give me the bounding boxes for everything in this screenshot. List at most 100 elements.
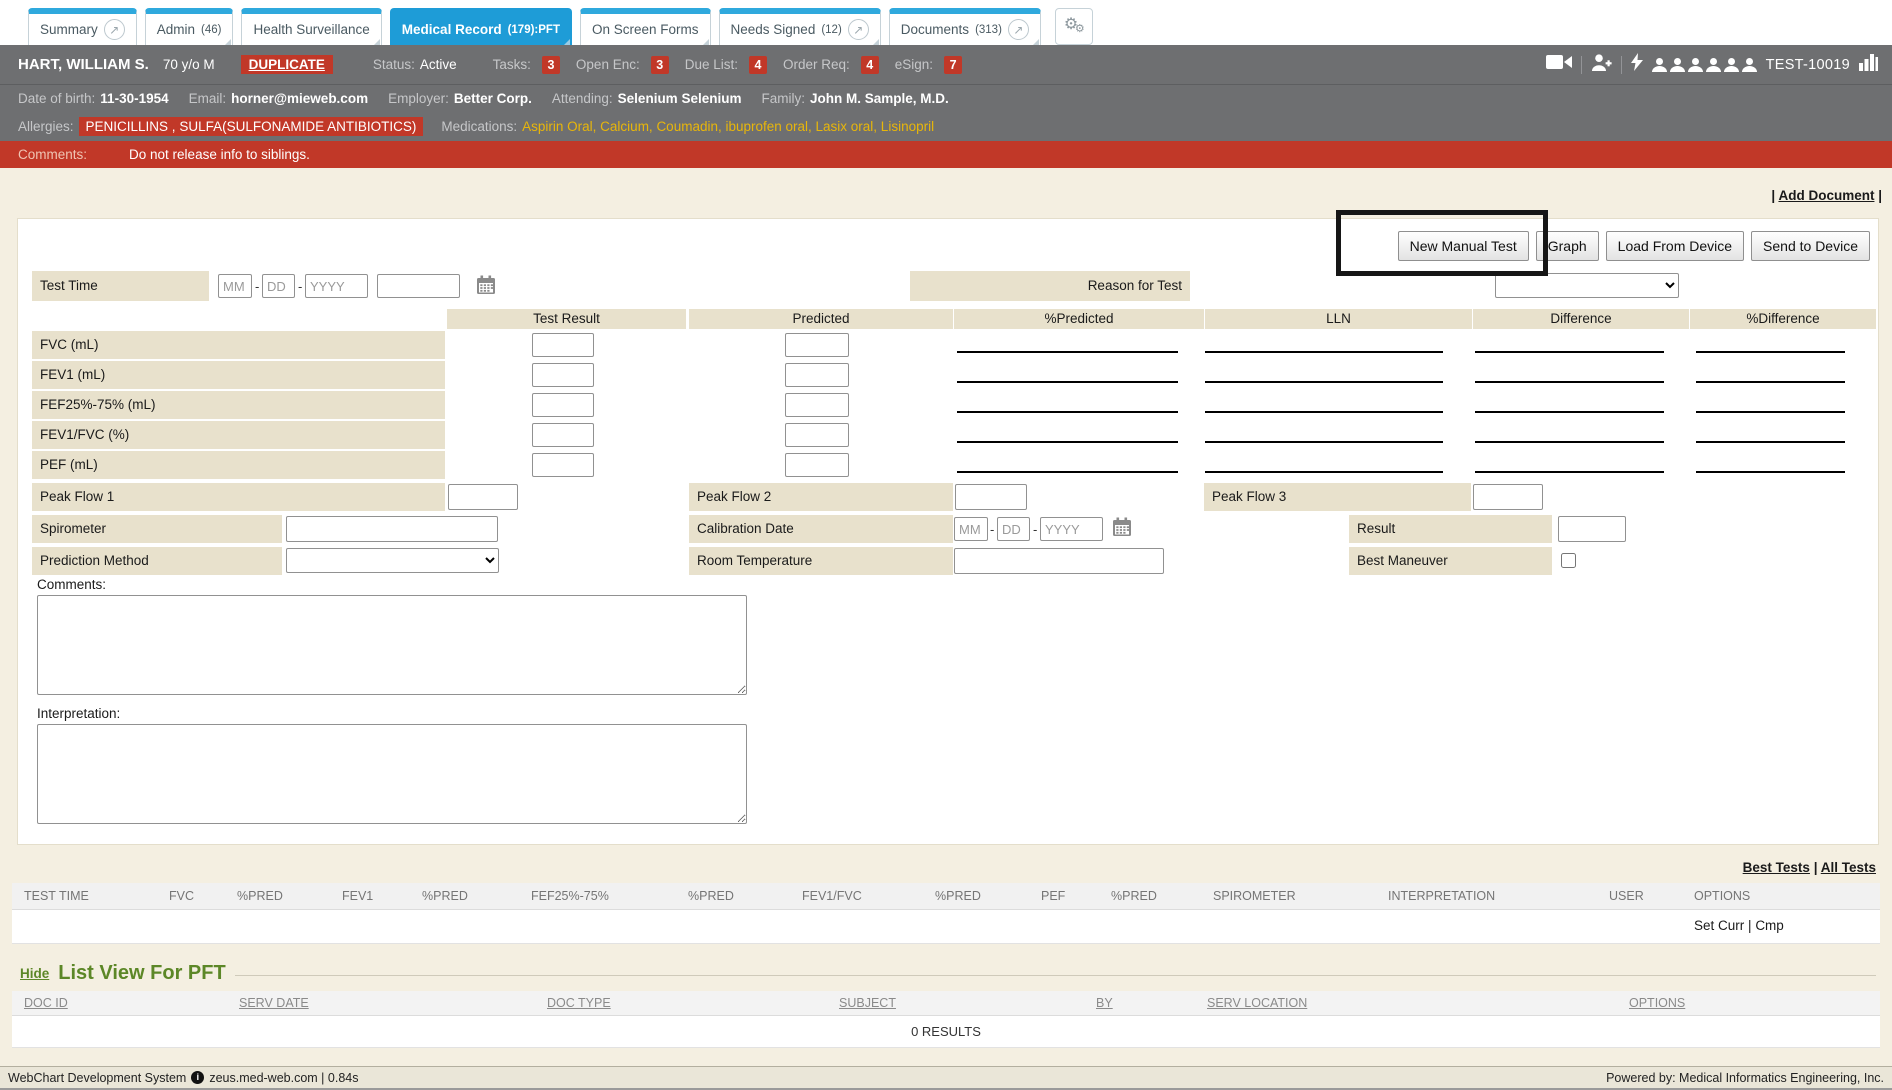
family-value: John M. Sample, M.D. xyxy=(810,91,949,106)
row-options: Set Curr | Cmp xyxy=(1694,910,1784,942)
results-col-spirometer: SPIROMETER xyxy=(1213,883,1296,910)
lightning-icon[interactable] xyxy=(1631,53,1643,76)
tab-health-surveillance[interactable]: Health Surveillance xyxy=(241,8,381,45)
tab-admin[interactable]: Admin (46) xyxy=(145,8,234,45)
peak-flow-2-input[interactable] xyxy=(955,484,1027,510)
list-view-title: List View For PFT xyxy=(58,962,225,985)
all-tests-link[interactable]: All Tests xyxy=(1821,860,1876,875)
tab-needs-signed[interactable]: Needs Signed (12) ↗ xyxy=(719,8,881,45)
pef-predicted-input[interactable] xyxy=(785,453,849,477)
fev1-pct-predicted-line xyxy=(957,381,1178,383)
tab-on-screen-forms[interactable]: On Screen Forms xyxy=(580,8,711,45)
test-time-month-input[interactable] xyxy=(218,274,252,298)
list-col-doc-id[interactable]: DOC ID xyxy=(24,991,68,1016)
popout-icon[interactable]: ↗ xyxy=(848,19,869,40)
esign-count-badge[interactable]: 7 xyxy=(944,56,962,74)
test-time-year-input[interactable] xyxy=(305,274,368,298)
peak-flow-1-input[interactable] xyxy=(448,484,518,510)
fev1-test-result-input[interactable] xyxy=(532,363,594,387)
patient-banner-row3: Allergies: PENICILLINS , SULFA(SULFONAMI… xyxy=(0,112,1892,140)
results-empty-row: Set Curr | Cmp xyxy=(12,910,1880,944)
comments-textarea[interactable] xyxy=(37,595,747,695)
results-col-fev1-fvc: FEV1/FVC xyxy=(802,883,862,910)
open-enc-count-badge[interactable]: 3 xyxy=(651,56,669,74)
fef-test-result-input[interactable] xyxy=(532,393,594,417)
popout-icon[interactable]: ↗ xyxy=(104,19,125,40)
tab-summary[interactable]: Summary ↗ xyxy=(28,8,137,45)
patient-group-icons[interactable] xyxy=(1652,58,1757,72)
fvc-test-result-input[interactable] xyxy=(532,333,594,357)
calibration-day-input[interactable] xyxy=(997,517,1030,541)
results-header-row: TEST TIME FVC %PRED FEV1 %PRED FEF25%-75… xyxy=(12,883,1880,910)
list-col-serv-date[interactable]: SERV DATE xyxy=(239,991,309,1016)
video-camera-icon[interactable] xyxy=(1546,54,1572,75)
calendar-icon[interactable] xyxy=(476,275,496,300)
list-col-subject[interactable]: SUBJECT xyxy=(839,991,896,1016)
interpretation-textarea[interactable] xyxy=(37,724,747,824)
tab-count: (313) xyxy=(975,24,1002,36)
send-to-device-button[interactable]: Send to Device xyxy=(1751,231,1870,261)
results-col-pred1: %PRED xyxy=(237,883,283,910)
pef-test-result-input[interactable] xyxy=(532,453,594,477)
fev1-fvc-predicted-input[interactable] xyxy=(785,423,849,447)
tasks-count-badge[interactable]: 3 xyxy=(542,56,560,74)
email-label: Email: xyxy=(189,91,227,106)
list-col-serv-location[interactable]: SERV LOCATION xyxy=(1207,991,1307,1016)
fef-pct-difference-line xyxy=(1696,411,1845,413)
reason-for-test-label: Reason for Test xyxy=(910,271,1190,301)
calendar-icon[interactable] xyxy=(1112,517,1132,542)
tab-medical-record[interactable]: Medical Record (179):PFT xyxy=(390,8,572,45)
add-document-link[interactable]: Add Document xyxy=(1778,188,1874,203)
fvc-lln-line xyxy=(1205,351,1443,353)
email-value[interactable]: horner@mieweb.com xyxy=(231,91,368,106)
fef-predicted-input[interactable] xyxy=(785,393,849,417)
footer-left: WebChart Development System i zeus.med-w… xyxy=(8,1071,358,1085)
spirometer-input[interactable] xyxy=(286,516,498,542)
load-from-device-button[interactable]: Load From Device xyxy=(1606,231,1744,261)
fev1-fvc-test-result-input[interactable] xyxy=(532,423,594,447)
result-input[interactable] xyxy=(1558,516,1626,542)
order-req-count-badge[interactable]: 4 xyxy=(861,56,879,74)
fev1-fvc-lln-line xyxy=(1205,441,1443,443)
list-col-doc-type[interactable]: DOC TYPE xyxy=(547,991,611,1016)
medications-label: Medications: xyxy=(441,119,517,134)
calibration-year-input[interactable] xyxy=(1040,517,1103,541)
peak-flow-3-input[interactable] xyxy=(1473,484,1543,510)
allergies-badge[interactable]: PENICILLINS , SULFA(SULFONAMIDE ANTIBIOT… xyxy=(79,117,424,136)
best-tests-link[interactable]: Best Tests xyxy=(1743,860,1810,875)
cmp-link[interactable]: Cmp xyxy=(1755,918,1784,933)
tab-documents[interactable]: Documents (313) ↗ xyxy=(889,8,1041,45)
fvc-predicted-input[interactable] xyxy=(785,333,849,357)
best-maneuver-checkbox[interactable] xyxy=(1561,553,1576,568)
prediction-method-label: Prediction Method xyxy=(32,547,282,575)
duplicate-badge[interactable]: DUPLICATE xyxy=(241,55,333,74)
set-curr-link[interactable]: Set Curr xyxy=(1694,918,1744,933)
test-time-time-input[interactable] xyxy=(377,274,460,298)
test-time-day-input[interactable] xyxy=(262,274,295,298)
add-person-icon[interactable] xyxy=(1591,54,1612,76)
spirometer-label: Spirometer xyxy=(32,515,282,543)
chart-tabs-settings-button[interactable]: ⚙ ⚙ xyxy=(1055,8,1093,45)
list-col-options[interactable]: OPTIONS xyxy=(1629,991,1685,1016)
fev1-predicted-input[interactable] xyxy=(785,363,849,387)
tab-count: (179):PFT xyxy=(508,24,560,36)
calibration-month-input[interactable] xyxy=(954,517,988,541)
pef-difference-line xyxy=(1475,471,1664,473)
room-temperature-input[interactable] xyxy=(954,548,1164,574)
footer-powered-by: Powered by: Medical Informatics Engineer… xyxy=(1606,1071,1884,1085)
open-enc-label: Open Enc: xyxy=(576,57,640,72)
fvc-pct-difference-line xyxy=(1696,351,1845,353)
bar-chart-icon[interactable] xyxy=(1859,54,1878,76)
list-col-by[interactable]: BY xyxy=(1096,991,1113,1016)
medications-list[interactable]: Aspirin Oral, Calcium, Coumadin, ibuprof… xyxy=(522,119,934,134)
new-manual-test-button[interactable]: New Manual Test xyxy=(1398,231,1529,261)
hide-link[interactable]: Hide xyxy=(20,966,49,981)
due-list-count-badge[interactable]: 4 xyxy=(749,56,767,74)
info-icon[interactable]: i xyxy=(191,1071,204,1084)
popout-icon[interactable]: ↗ xyxy=(1008,19,1029,40)
reason-for-test-select[interactable] xyxy=(1495,273,1679,298)
pft-toolbar: New Manual Test Graph Load From Device S… xyxy=(1398,231,1870,261)
results-col-fev1: FEV1 xyxy=(342,883,373,910)
graph-button[interactable]: Graph xyxy=(1536,231,1599,261)
prediction-method-select[interactable] xyxy=(286,548,499,573)
